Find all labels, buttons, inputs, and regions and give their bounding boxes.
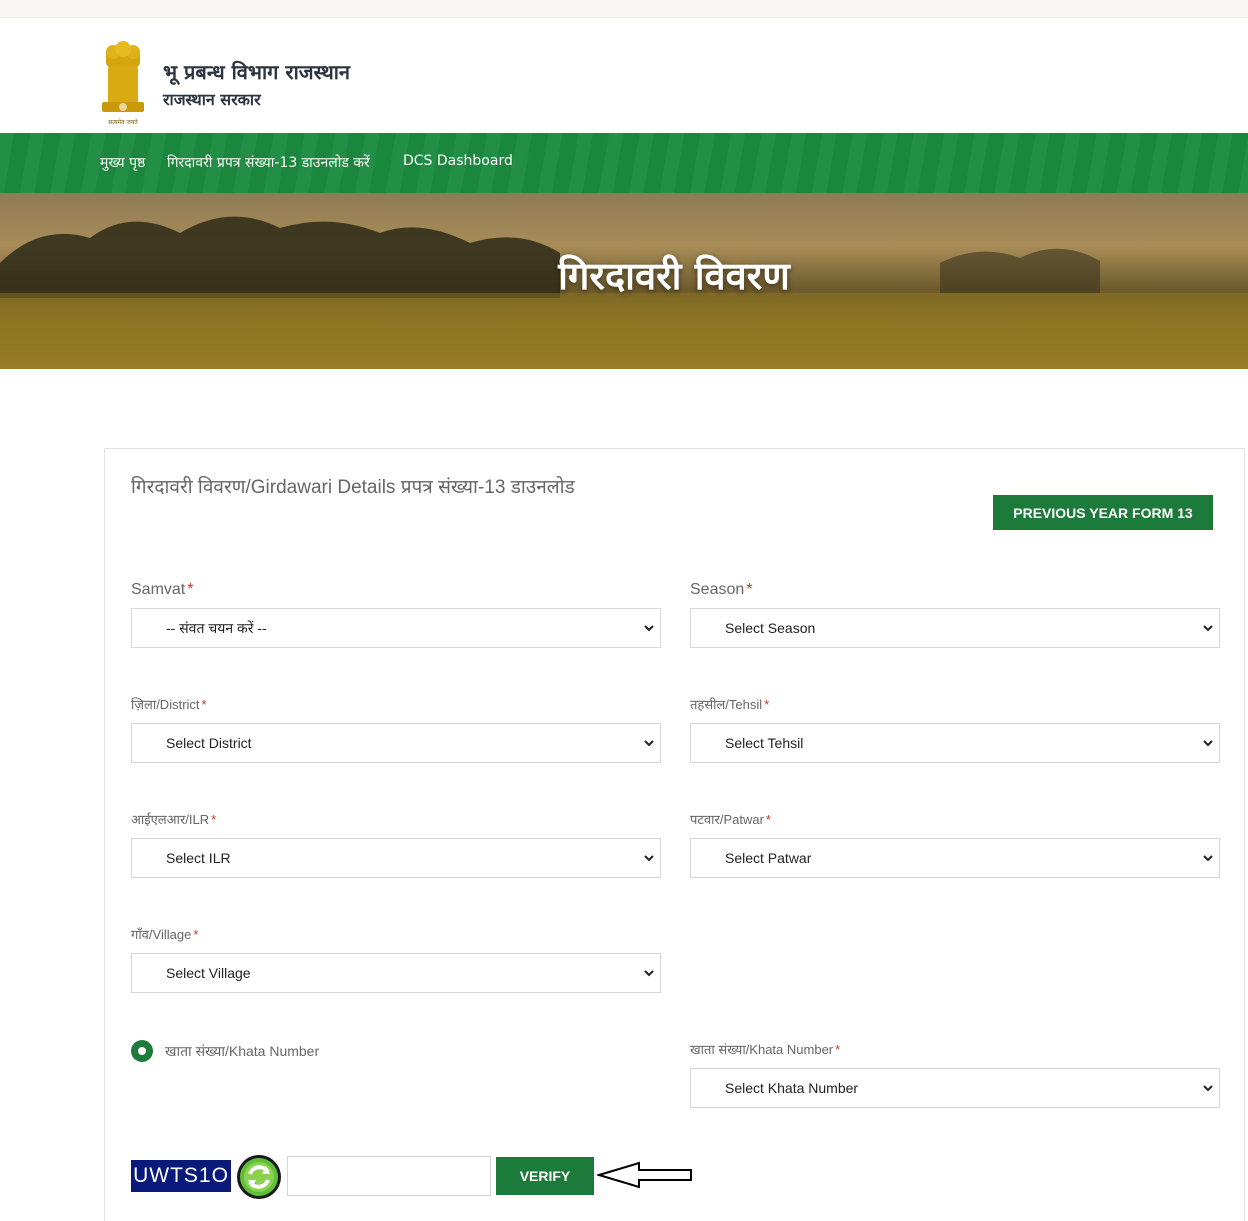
chevron-down-icon xyxy=(644,970,654,977)
season-label: Season * xyxy=(690,581,753,598)
ilr-label: आईएलआर/ILR * xyxy=(131,812,217,827)
chevron-down-icon xyxy=(1203,625,1213,632)
girdawari-form-panel: गिरदावरी विवरण/Girdawari Details प्रपत्र… xyxy=(104,448,1245,1221)
ilr-select[interactable]: Select ILR xyxy=(131,838,661,878)
patwar-value: Select Patwar xyxy=(725,850,812,866)
season-select[interactable]: Select Season xyxy=(690,608,1220,648)
chevron-down-icon xyxy=(644,740,654,747)
khata-value: Select Khata Number xyxy=(725,1080,859,1096)
nav-form13-download[interactable]: गिरदावरी प्रपत्र संख्या-13 डाउनलोड करें xyxy=(167,153,370,172)
form-title: गिरदावरी विवरण/Girdawari Details प्रपत्र… xyxy=(131,477,575,498)
samvat-label: Samvat * xyxy=(131,581,194,598)
emblem-caption: सत्यमेव जयते xyxy=(108,118,138,126)
captcha-input[interactable] xyxy=(287,1156,491,1196)
samvat-value: -- संवत चयन करें -- xyxy=(166,619,267,636)
patwar-select[interactable]: Select Patwar xyxy=(690,838,1220,878)
chevron-down-icon xyxy=(1203,740,1213,747)
ilr-value: Select ILR xyxy=(166,850,231,866)
org-subtitle: राजस्थान सरकार xyxy=(163,90,261,109)
nav-home[interactable]: मुख्य पृष्ठ xyxy=(100,153,145,172)
chevron-down-icon xyxy=(644,855,654,862)
nav-dcs-dashboard[interactable]: DCS Dashboard xyxy=(403,153,513,169)
site-header: सत्यमेव जयते भू प्रबन्ध विभाग राजस्थान र… xyxy=(0,18,1248,133)
previous-year-form13-button[interactable]: PREVIOUS YEAR FORM 13 xyxy=(993,495,1213,530)
left-arrow-icon xyxy=(597,1161,692,1189)
captcha-image: UWTS1O xyxy=(131,1160,231,1192)
tehsil-value: Select Tehsil xyxy=(725,735,804,751)
chevron-down-icon xyxy=(1203,855,1213,862)
khata-select[interactable]: Select Khata Number xyxy=(690,1068,1220,1108)
khata-number-radio[interactable] xyxy=(131,1040,153,1062)
village-select[interactable]: Select Village xyxy=(131,953,661,993)
hero-banner: गिरदावरी विवरण xyxy=(0,193,1248,369)
village-label: गाँव/Village * xyxy=(131,927,199,942)
district-label: ज़िला/District * xyxy=(131,697,207,712)
refresh-icon[interactable] xyxy=(236,1154,282,1200)
verify-button[interactable]: VERIFY xyxy=(496,1157,594,1195)
org-title: भू प्रबन्ध विभाग राजस्थान xyxy=(163,60,351,84)
village-value: Select Village xyxy=(166,965,251,981)
khata-number-radio-label: खाता संख्या/Khata Number xyxy=(165,1043,320,1059)
season-value: Select Season xyxy=(725,620,816,636)
top-strip xyxy=(0,0,1248,18)
tehsil-select[interactable]: Select Tehsil xyxy=(690,723,1220,763)
main-nav: मुख्य पृष्ठ गिरदावरी प्रपत्र संख्या-13 ड… xyxy=(0,133,1248,193)
patwar-label: पटवार/Patwar * xyxy=(690,812,771,827)
district-value: Select District xyxy=(166,735,252,751)
banner-title: गिरदावरी विवरण xyxy=(558,254,790,298)
chevron-down-icon xyxy=(1203,1085,1213,1092)
district-select[interactable]: Select District xyxy=(131,723,661,763)
chevron-down-icon xyxy=(644,625,654,632)
national-emblem-icon: सत्यमेव जयते xyxy=(102,41,144,126)
samvat-select[interactable]: -- संवत चयन करें -- xyxy=(131,608,661,648)
khata-label: खाता संख्या/Khata Number * xyxy=(690,1042,841,1057)
tehsil-label: तहसील/Tehsil * xyxy=(690,697,770,712)
